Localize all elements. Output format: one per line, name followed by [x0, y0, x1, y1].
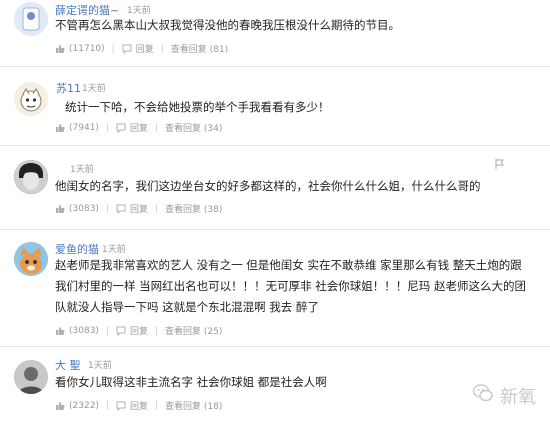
divider	[0, 346, 550, 347]
comment-text: 统计一下哈，不会给她投票的举个手我看看有多少！	[65, 100, 330, 114]
like-count: (11710)	[69, 43, 105, 54]
report-icon[interactable]	[494, 158, 506, 170]
avatar-image	[14, 2, 48, 36]
comment-time: 1天前	[102, 245, 126, 255]
thumb-up-icon[interactable]	[55, 44, 65, 54]
comment-username[interactable]: 大 聖	[55, 357, 81, 373]
avatar-image	[14, 360, 48, 394]
comment-meta: (2322) | 回复 | 查看回复 (18)	[55, 399, 222, 412]
avatar-image	[14, 160, 48, 194]
thumb-up-icon[interactable]	[55, 123, 65, 133]
comment-time: 1天前	[70, 165, 94, 175]
like-count: (3083)	[69, 203, 99, 214]
comment-time: 1天前	[88, 361, 112, 371]
thumb-up-icon[interactable]	[55, 204, 65, 214]
view-replies-link[interactable]: 查看回复 (18)	[165, 399, 222, 412]
comment-item: 1天前 他闺女的名字，我们这边坐台女的好多都这样的，社会你什么什么姐，什么什么哥…	[0, 150, 550, 226]
comment-meta: (3083) | 回复 | 查看回复 (38)	[55, 202, 222, 215]
reply-icon[interactable]	[116, 123, 126, 133]
comment-meta: (3083) | 回复 | 查看回复 (25)	[55, 324, 222, 337]
comment-meta: (7941) | 回复 | 查看回复 (34)	[55, 121, 222, 134]
comment-item: 薛定谔的猫~ 1天前 不管再怎么黑本山大叔我觉得没他的春晚我压根没什么期待的节目…	[0, 0, 550, 65]
like-count: (7941)	[69, 122, 99, 133]
reply-icon[interactable]	[116, 204, 126, 214]
avatar[interactable]	[14, 242, 48, 276]
comment-meta: (11710) | 回复 | 查看回复 (81)	[55, 42, 228, 55]
divider	[0, 145, 550, 146]
reply-icon[interactable]	[122, 44, 132, 54]
avatar[interactable]	[14, 360, 48, 394]
view-replies-link[interactable]: 查看回复 (34)	[165, 121, 222, 134]
comment-time: 1天前	[82, 84, 106, 94]
reply-button[interactable]: 回复	[136, 42, 154, 55]
thumb-up-icon[interactable]	[55, 401, 65, 411]
comment-text: 赵老师是我非常喜欢的艺人 没有之一 但是他闺女 实在不敢恭维 家里那么有钱 整天…	[55, 258, 526, 314]
comment-text: 他闺女的名字，我们这边坐台女的好多都这样的，社会你什么什么姐，什么什么哥的	[55, 179, 481, 193]
avatar-image	[14, 242, 48, 276]
reply-icon[interactable]	[116, 401, 126, 411]
comment-text: 不管再怎么黑本山大叔我觉得没他的春晚我压根没什么期待的节目。	[55, 18, 400, 32]
divider	[0, 66, 550, 67]
reply-button[interactable]: 回复	[130, 121, 148, 134]
reply-button[interactable]: 回复	[130, 399, 148, 412]
view-replies-link[interactable]: 查看回复 (38)	[165, 202, 222, 215]
thumb-up-icon[interactable]	[55, 326, 65, 336]
reply-icon[interactable]	[116, 326, 126, 336]
avatar[interactable]	[14, 82, 48, 116]
view-replies-link[interactable]: 查看回复 (25)	[165, 324, 222, 337]
watermark-text: 新氧	[500, 386, 536, 408]
reply-button[interactable]: 回复	[130, 324, 148, 337]
avatar[interactable]	[14, 2, 48, 36]
watermark: 新氧	[472, 382, 536, 409]
wechat-icon	[472, 382, 494, 409]
comment-item: 大 聖 1天前 看你女儿取得这非主流名字 社会你球姐 都是社会人啊 (2322)…	[0, 350, 550, 423]
comment-item: 爱鱼的猫 1天前 赵老师是我非常喜欢的艺人 没有之一 但是他闺女 实在不敢恭维 …	[0, 234, 550, 344]
view-replies-link[interactable]: 查看回复 (81)	[171, 42, 228, 55]
avatar[interactable]	[14, 160, 48, 194]
like-count: (2322)	[69, 400, 99, 411]
avatar-image	[14, 82, 48, 116]
divider	[0, 229, 550, 230]
comment-item: 苏11 1天前 统计一下哈，不会给她投票的举个手我看看有多少！ (7941) |…	[0, 70, 550, 140]
reply-button[interactable]: 回复	[130, 202, 148, 215]
comment-text: 看你女儿取得这非主流名字 社会你球姐 都是社会人啊	[55, 375, 327, 389]
like-count: (3083)	[69, 325, 99, 336]
comment-username[interactable]: 苏11	[56, 80, 81, 96]
